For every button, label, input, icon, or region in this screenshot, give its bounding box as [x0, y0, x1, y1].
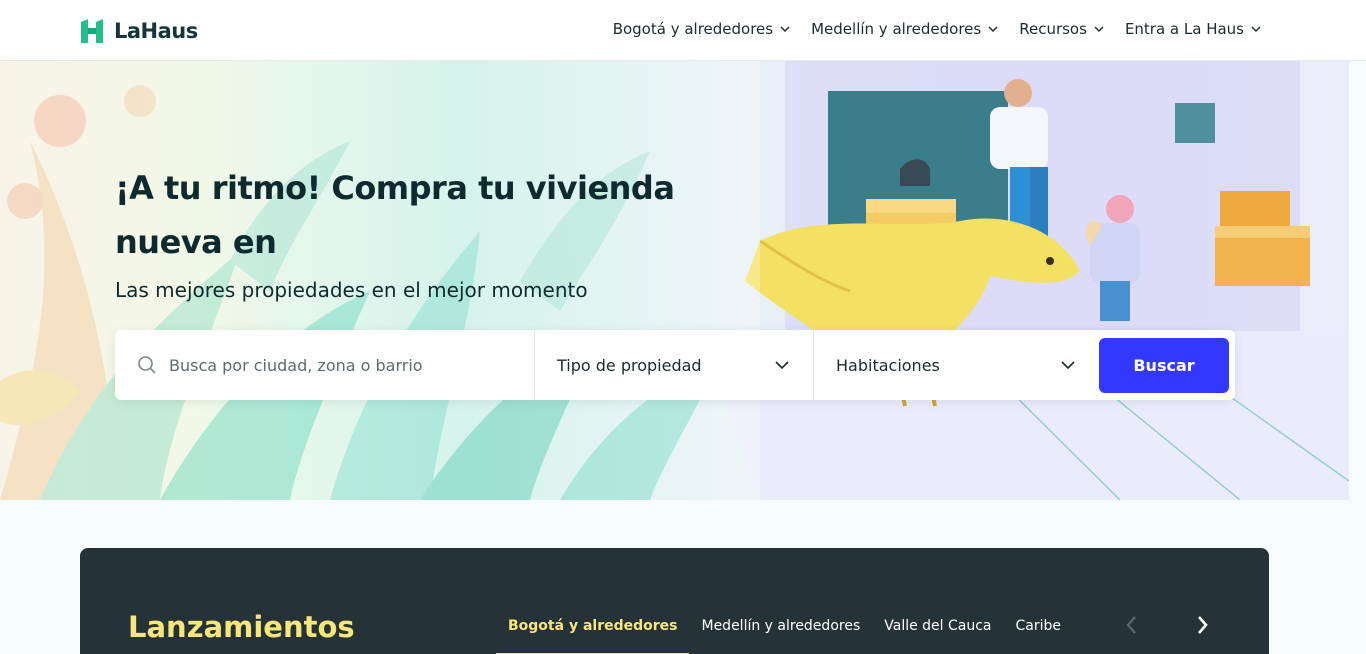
hero-subtitle: Las mejores propiedades en el mejor mome… [115, 278, 588, 302]
nav-item-label: Bogotá y alrededores [612, 20, 774, 38]
tab-medellin[interactable]: Medellín y alrededores [689, 618, 872, 654]
hero-banner: ¡A tu ritmo! Compra tu vivienda nueva en… [0, 61, 1349, 500]
nav-item-label: Medellín y alrededores [811, 20, 982, 38]
property-type-select[interactable]: Tipo de propiedad [535, 330, 814, 400]
location-search-input[interactable] [169, 355, 509, 375]
chevron-down-icon [775, 361, 789, 370]
property-type-label: Tipo de propiedad [557, 355, 702, 375]
nav-item-label: Entra a La Haus [1124, 20, 1244, 38]
main-nav: Bogotá y alrededores Medellín y alrededo… [613, 16, 1262, 42]
house-logo-icon [80, 19, 104, 43]
chevron-down-icon [1094, 26, 1104, 32]
lahaus-logo[interactable]: LaHaus [80, 17, 198, 45]
tab-valle-del-cauca[interactable]: Valle del Cauca [872, 618, 1003, 654]
nav-item-label: Recursos [1019, 20, 1087, 38]
launches-panel: Lanzamientos Bogotá y alrededores Medell… [80, 548, 1269, 654]
chevron-right-icon[interactable] [1190, 613, 1214, 637]
chevron-down-icon [988, 26, 998, 32]
nav-item-login[interactable]: Entra a La Haus [1125, 16, 1262, 42]
hero-title: ¡A tu ritmo! Compra tu vivienda nueva en [115, 169, 675, 261]
property-search-bar: Tipo de propiedad Habitaciones Buscar [115, 330, 1235, 400]
search-button[interactable]: Buscar [1099, 337, 1229, 393]
brand-name: LaHaus [114, 19, 198, 43]
chevron-down-icon [780, 26, 790, 32]
site-header: LaHaus Bogotá y alrededores Medellín y a… [0, 0, 1366, 61]
nav-item-bogota[interactable]: Bogotá y alrededores [613, 16, 791, 42]
tab-bogota[interactable]: Bogotá y alrededores [496, 618, 690, 654]
nav-item-recursos[interactable]: Recursos [1019, 16, 1105, 42]
chevron-down-icon [1251, 26, 1261, 32]
launches-title: Lanzamientos [128, 610, 355, 644]
nav-item-medellin[interactable]: Medellín y alrededores [811, 16, 999, 42]
rooms-select[interactable]: Habitaciones [814, 330, 1099, 400]
tab-caribe[interactable]: Caribe [1004, 618, 1074, 654]
search-icon [138, 356, 156, 374]
chevron-down-icon [1061, 361, 1075, 370]
location-field[interactable] [115, 330, 535, 400]
chevron-left-icon[interactable] [1120, 613, 1144, 637]
region-tabs: Bogotá y alrededores Medellín y alrededo… [496, 618, 1073, 654]
rooms-label: Habitaciones [836, 355, 940, 375]
